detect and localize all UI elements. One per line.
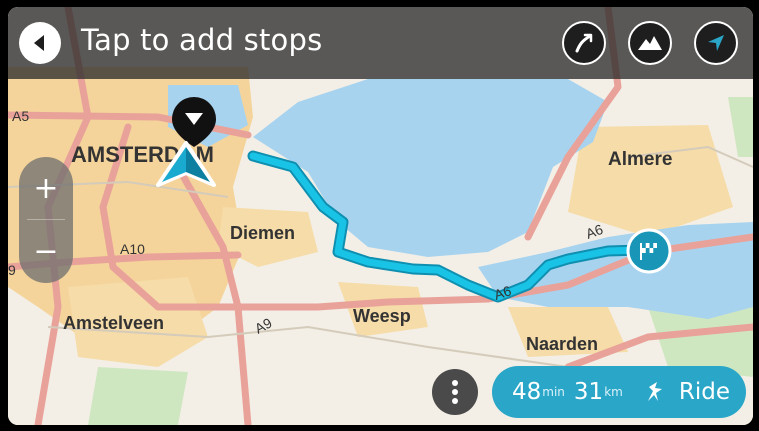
city-label-naarden: Naarden [526,334,598,354]
zoom-in-button[interactable]: + [19,157,73,220]
back-icon [34,35,44,51]
ride-button[interactable]: 48 min 31 km Ride [492,366,746,418]
duration-value: 48 [512,379,542,405]
more-icon [452,380,458,404]
zoom-out-button[interactable]: − [19,220,73,283]
road-label-edge: 9 [8,262,16,278]
route-options-button[interactable] [562,21,606,65]
city-label-weesp: Weesp [353,306,411,326]
zoom-control: + − [19,157,73,283]
city-label-diemen: Diemen [230,223,295,243]
back-button[interactable] [19,22,61,64]
compass-button[interactable] [694,21,738,65]
route-icon [575,33,593,53]
road-label-a5: A5 [12,108,29,124]
top-bar: Tap to add stops [8,7,753,79]
terrain-button[interactable] [628,21,672,65]
more-options-button[interactable] [432,369,478,415]
compass-icon [708,35,724,51]
city-label-almere: Almere [608,149,672,170]
terrain-icon [638,36,662,50]
road-label-a10: A10 [120,241,145,257]
distance-value: 31 [573,379,604,405]
destination-icon[interactable] [626,228,672,274]
distance-unit: km [604,385,623,399]
ride-icon [647,382,662,401]
page-title: Tap to add stops [81,23,323,57]
ride-label: Ride [678,379,730,405]
duration-unit: min [542,385,565,399]
city-label-amstelveen: Amstelveen [63,313,164,333]
map-screen: A5 A10 A9 A6 A6 9 AMSTERDAM Almere Dieme… [8,7,753,425]
